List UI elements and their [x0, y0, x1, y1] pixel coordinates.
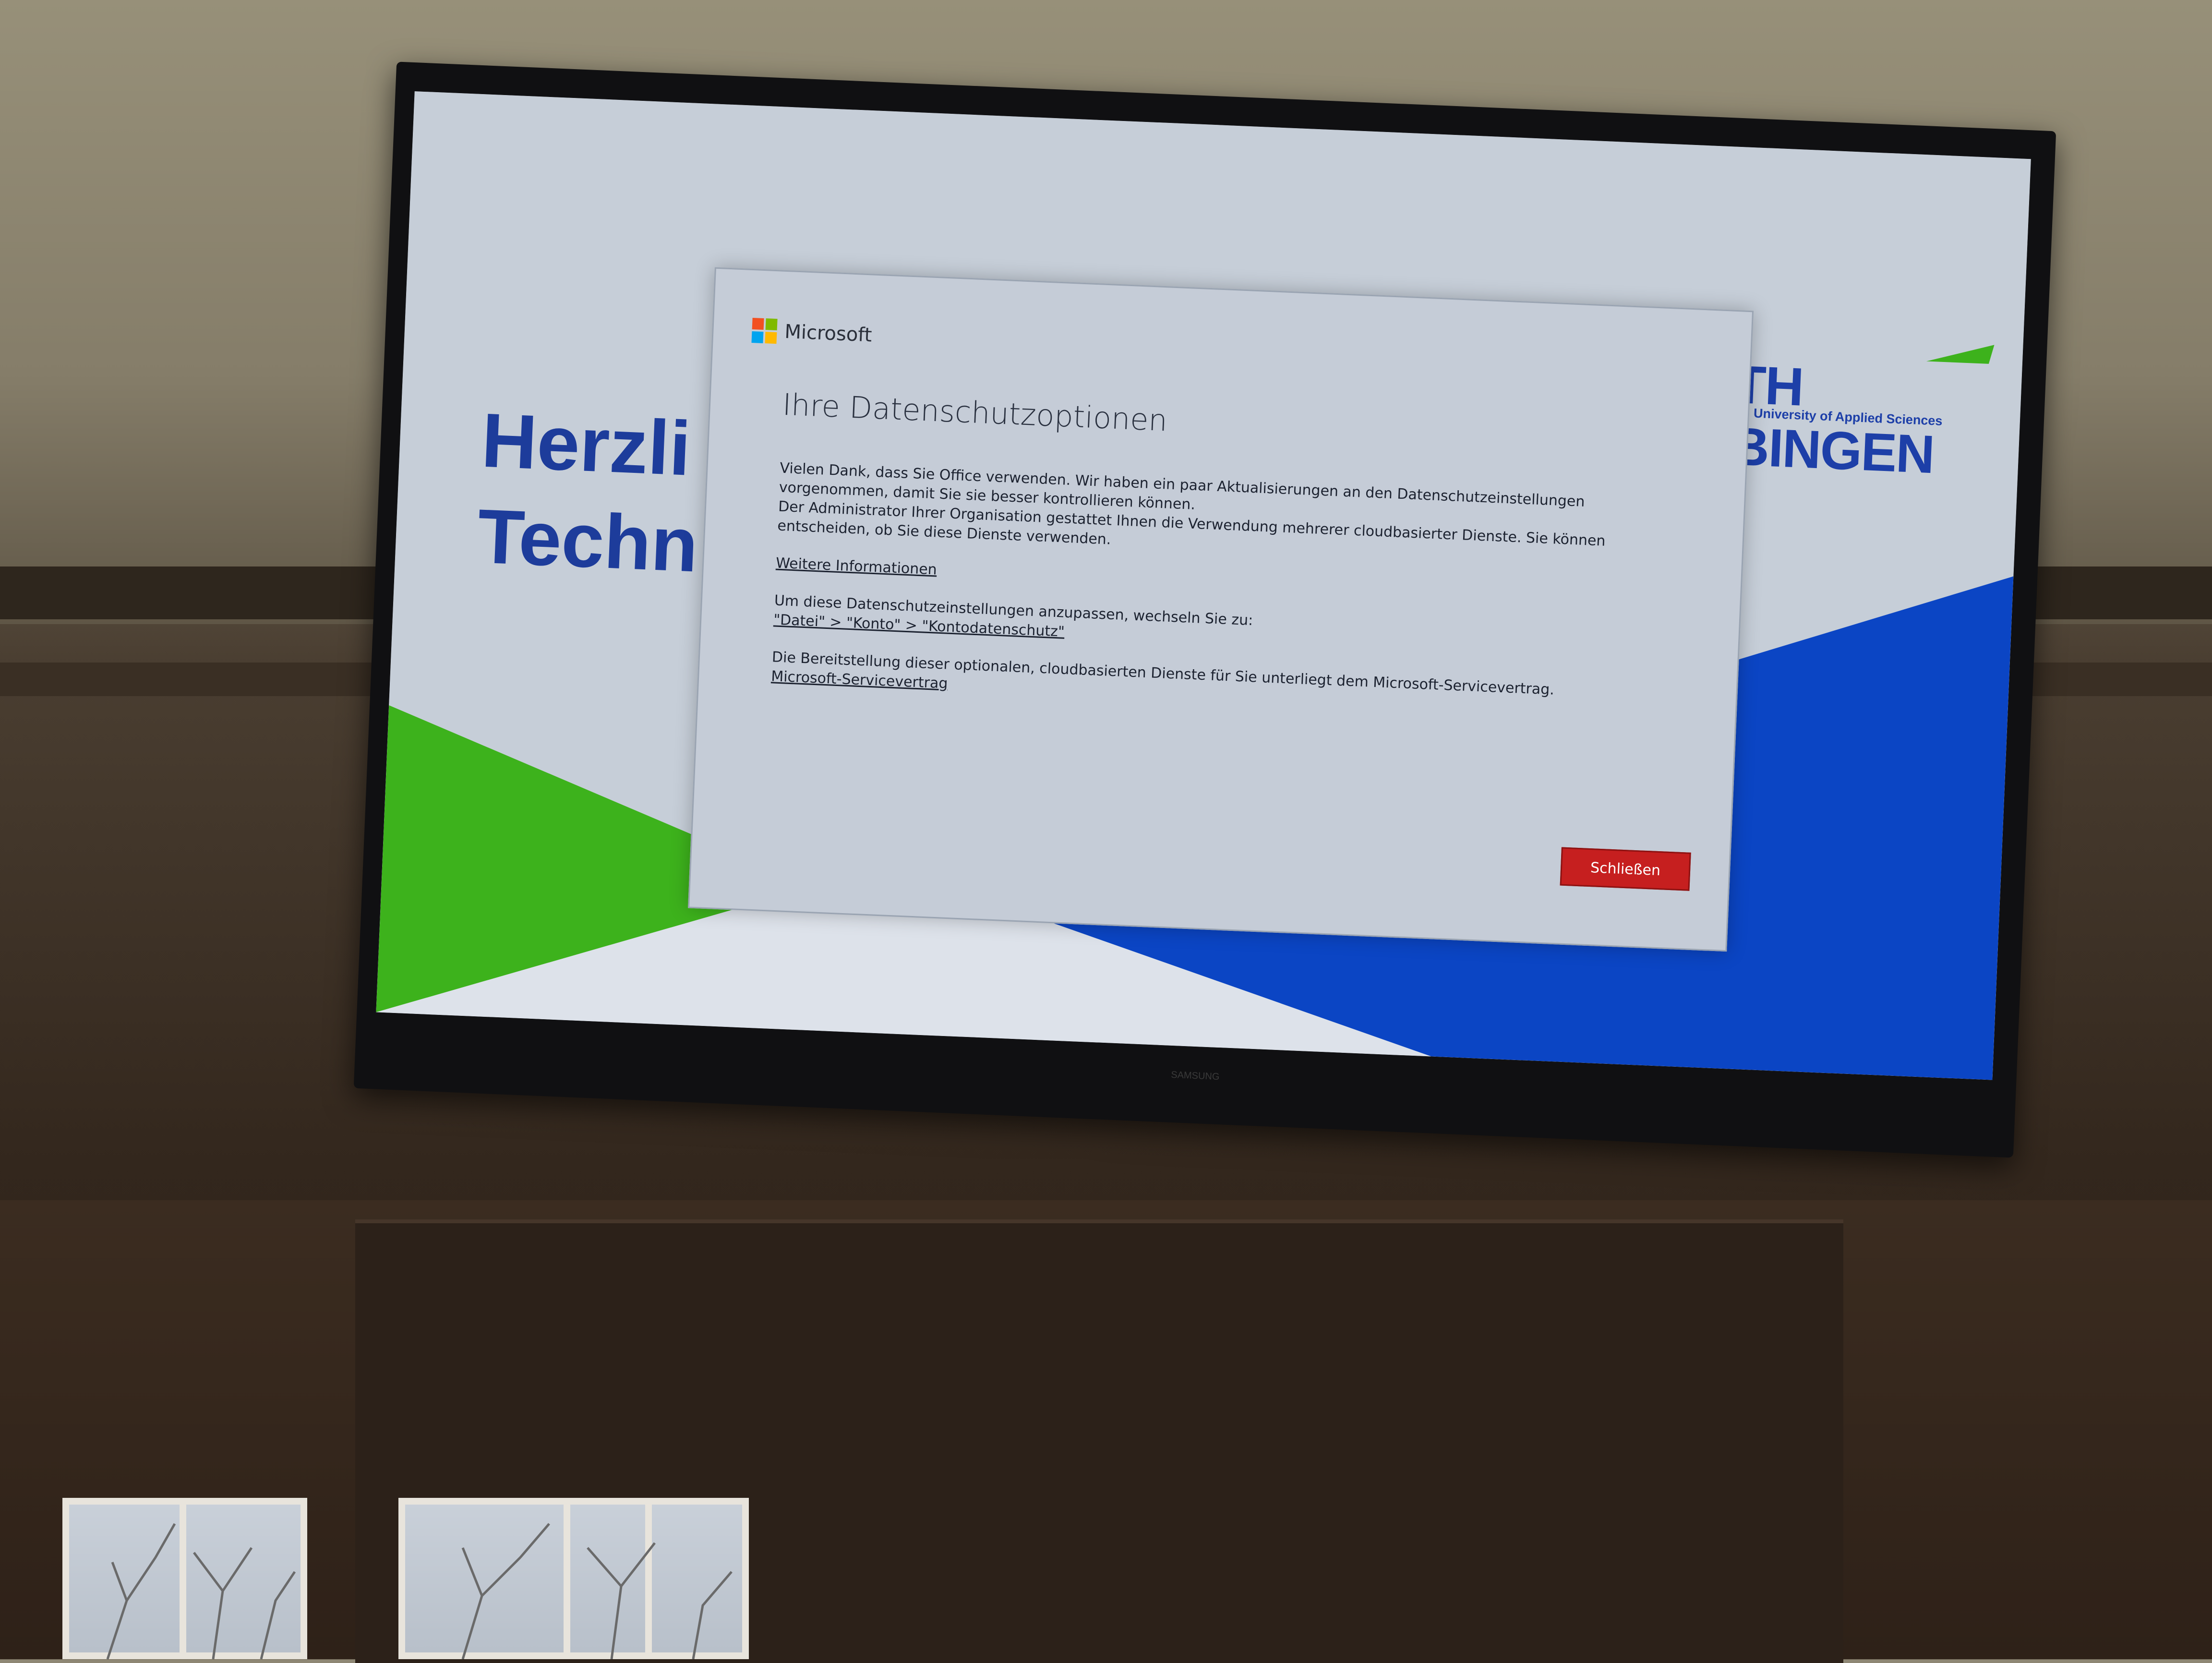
- slide-welcome-text: Herzli Techn: [476, 397, 700, 588]
- dialog-brand: Microsoft: [751, 316, 872, 349]
- brand-name: Microsoft: [784, 320, 873, 347]
- privacy-dialog: Microsoft Ihre Datenschutzoptionen Viele…: [688, 267, 1754, 952]
- tv-screen: Herzli Techn TH BINGEN University of App…: [376, 91, 2031, 1080]
- more-info-link[interactable]: Weitere Informationen: [776, 555, 938, 578]
- room-window-left: [62, 1498, 307, 1659]
- tv-monitor: Herzli Techn TH BINGEN University of App…: [353, 61, 2056, 1158]
- tree-branches: [461, 1523, 733, 1659]
- dialog-body: Vielen Dank, dass Sie Office verwenden. …: [770, 459, 1692, 743]
- microsoft-logo-icon: [751, 318, 778, 344]
- dialog-title: Ihre Datenschutzoptionen: [781, 386, 1168, 438]
- room-window-right: [398, 1498, 749, 1659]
- close-button[interactable]: Schließen: [1560, 847, 1691, 891]
- tree-branches: [106, 1523, 296, 1659]
- th-bingen-logo: TH BINGEN University of Applied Sciences: [1730, 344, 1995, 484]
- tv-brand-label: SAMSUNG: [1170, 1069, 1220, 1083]
